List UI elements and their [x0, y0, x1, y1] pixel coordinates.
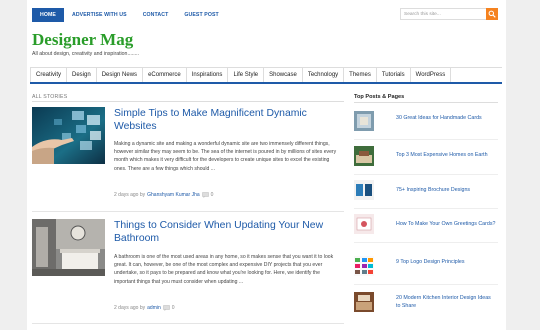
category-showcase[interactable]: Showcase — [264, 68, 303, 82]
category-design-news[interactable]: Design News — [97, 68, 144, 82]
sidebar-thumbnail[interactable] — [354, 292, 374, 312]
sidebar-item[interactable]: 30 Great Ideas for Handmade Cards — [354, 111, 498, 140]
sidebar-item-link[interactable]: Top 3 Most Expensive Homes on Earth — [396, 151, 496, 159]
top-nav: HOME ADVERTISE WITH US CONTACT GUEST POS… — [32, 8, 227, 22]
sidebar-item-link[interactable]: 9 Top Logo Design Principles — [396, 258, 496, 266]
top-nav-advertise[interactable]: ADVERTISE WITH US — [64, 8, 135, 22]
post-excerpt: Making a dynamic site and making a wonde… — [114, 141, 337, 172]
sidebar-item-link[interactable]: How To Make Your Own Greetings Cards? — [396, 220, 496, 228]
divider — [354, 242, 498, 243]
section-label: ALL STORIES — [32, 94, 68, 100]
sidebar-thumbnail[interactable] — [354, 146, 374, 166]
search-box[interactable]: Search this site... — [400, 8, 498, 20]
category-life-style[interactable]: Life Style — [228, 68, 265, 82]
category-technology[interactable]: Technology — [303, 68, 345, 82]
category-themes[interactable]: Themes — [344, 68, 377, 82]
page: HOME ADVERTISE WITH US CONTACT GUEST POS… — [27, 0, 506, 330]
category-nav: Creativity Design Design News eCommerce … — [30, 67, 502, 84]
sidebar-thumbnail[interactable] — [354, 214, 374, 234]
comment-icon — [163, 305, 170, 311]
sidebar-item[interactable]: 9 Top Logo Design Principles — [354, 256, 498, 285]
top-nav-guest-post[interactable]: GUEST POST — [176, 8, 226, 22]
divider — [32, 323, 344, 324]
post-item: Things to Consider When Updating Your Ne… — [32, 219, 346, 324]
category-inspirations[interactable]: Inspirations — [187, 68, 229, 82]
sidebar-item-link[interactable]: 30 Great Ideas for Handmade Cards — [396, 114, 496, 122]
post-meta: 2 days ago by admin 0 — [114, 305, 175, 311]
site-tagline: All about design, creativity and inspira… — [32, 51, 139, 57]
sidebar-item[interactable]: How To Make Your Own Greetings Cards? — [354, 214, 498, 243]
post-author[interactable]: Ghanshyam Kumar Jha — [147, 192, 200, 198]
comment-icon — [201, 192, 209, 198]
divider — [32, 101, 344, 102]
category-creativity[interactable]: Creativity — [30, 68, 68, 82]
category-ecommerce[interactable]: eCommerce — [143, 68, 187, 82]
sidebar-item[interactable]: 75+ Inspiring Brochure Designs — [354, 180, 498, 209]
post-meta: 2 days ago by Ghanshyam Kumar Jha 0 — [114, 192, 213, 198]
category-tutorials[interactable]: Tutorials — [377, 68, 411, 82]
sidebar-thumbnail[interactable] — [354, 256, 374, 276]
post-date: 2 days ago by — [114, 192, 146, 198]
post-author[interactable]: admin — [147, 305, 161, 311]
divider — [354, 139, 498, 140]
divider — [354, 174, 498, 175]
post-date: 2 days ago by — [114, 305, 146, 311]
post-thumbnail[interactable] — [32, 107, 105, 164]
search-button[interactable] — [486, 8, 498, 20]
divider — [32, 211, 344, 212]
sidebar-item-link[interactable]: 75+ Inspiring Brochure Designs — [396, 186, 496, 194]
divider — [354, 102, 498, 103]
top-nav-contact[interactable]: CONTACT — [135, 8, 177, 22]
site-title[interactable]: Designer Mag — [32, 30, 133, 50]
post-item: Simple Tips to Make Magnificent Dynamic … — [32, 107, 346, 212]
post-title[interactable]: Simple Tips to Make Magnificent Dynamic … — [114, 107, 346, 133]
divider — [354, 208, 498, 209]
sidebar-item[interactable]: Top 3 Most Expensive Homes on Earth — [354, 146, 498, 175]
post-title[interactable]: Things to Consider When Updating Your Ne… — [114, 219, 346, 245]
top-nav-home[interactable]: HOME — [32, 8, 64, 22]
sidebar-item[interactable]: 20 Modern Kitchen Interior Design Ideas … — [354, 292, 498, 321]
search-icon — [488, 10, 496, 18]
comment-count[interactable]: 0 — [172, 305, 175, 311]
sidebar-thumbnail[interactable] — [354, 111, 374, 131]
divider — [354, 284, 498, 285]
sidebar-item-link[interactable]: 20 Modern Kitchen Interior Design Ideas … — [396, 294, 496, 310]
category-wordpress[interactable]: WordPress — [411, 68, 452, 82]
post-thumbnail[interactable] — [32, 219, 105, 276]
sidebar-title: Top Posts & Pages — [354, 94, 405, 100]
sidebar-thumbnail[interactable] — [354, 180, 374, 200]
comment-count[interactable]: 0 — [211, 192, 214, 198]
category-design[interactable]: Design — [67, 68, 97, 82]
post-excerpt: A bathroom is one of the most used areas… — [114, 254, 334, 285]
search-input[interactable]: Search this site... — [404, 11, 441, 18]
